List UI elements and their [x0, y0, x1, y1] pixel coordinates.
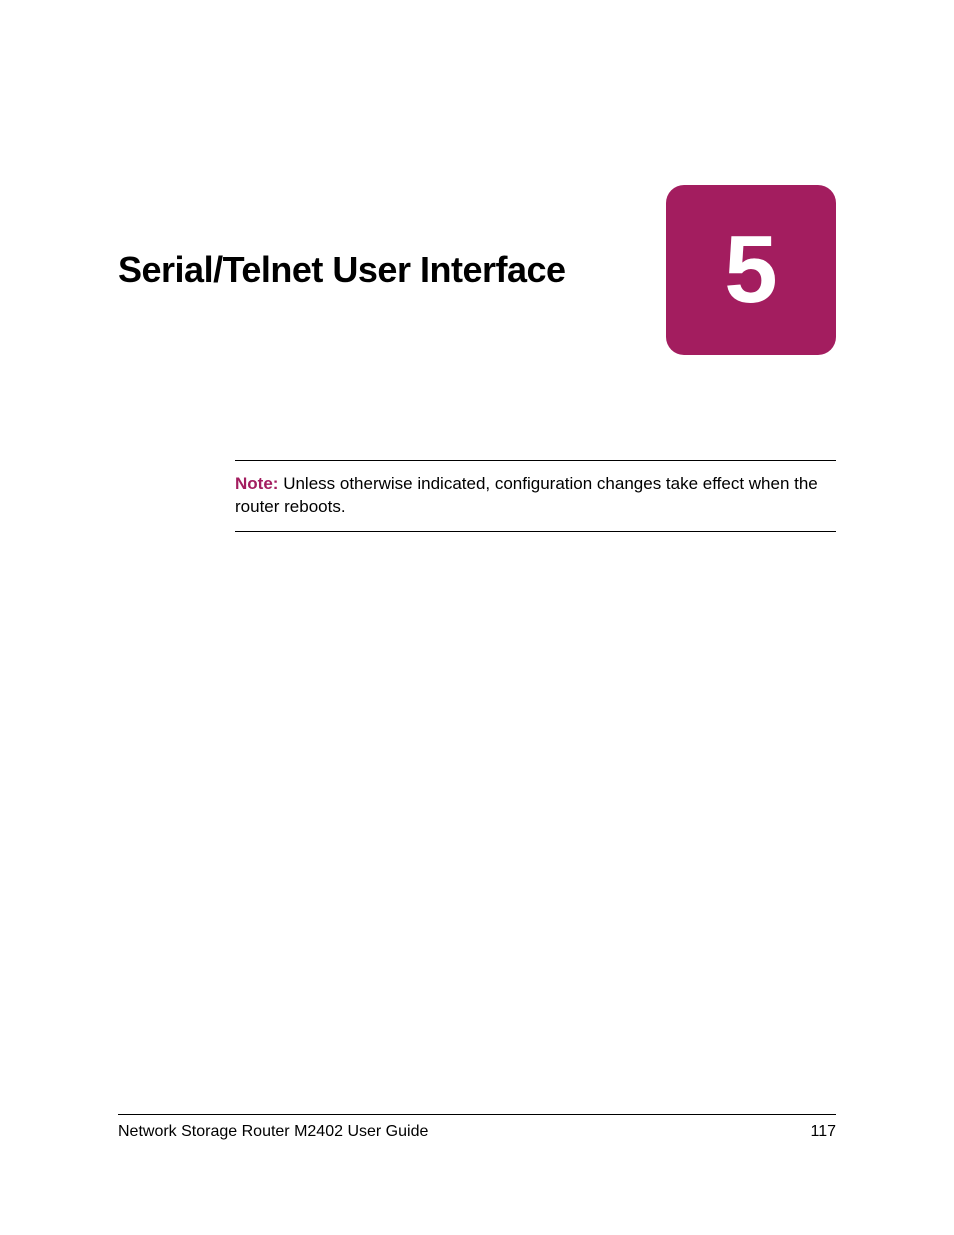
note-label: Note: — [235, 474, 278, 493]
note-text: Note: Unless otherwise indicated, config… — [235, 473, 836, 519]
chapter-number: 5 — [724, 215, 777, 325]
page-footer: Network Storage Router M2402 User Guide … — [118, 1114, 836, 1141]
document-page: Serial/Telnet User Interface 5 Note: Unl… — [0, 0, 954, 1235]
footer-guide-title: Network Storage Router M2402 User Guide — [118, 1123, 428, 1141]
chapter-title: Serial/Telnet User Interface — [118, 249, 566, 291]
chapter-badge: 5 — [666, 185, 836, 355]
footer-page-number: 117 — [810, 1123, 836, 1141]
note-rule-top — [235, 460, 836, 461]
note-body: Unless otherwise indicated, configuratio… — [235, 474, 818, 516]
chapter-header: Serial/Telnet User Interface 5 — [118, 185, 836, 355]
note-rule-bottom — [235, 531, 836, 532]
note-block: Note: Unless otherwise indicated, config… — [235, 460, 836, 532]
